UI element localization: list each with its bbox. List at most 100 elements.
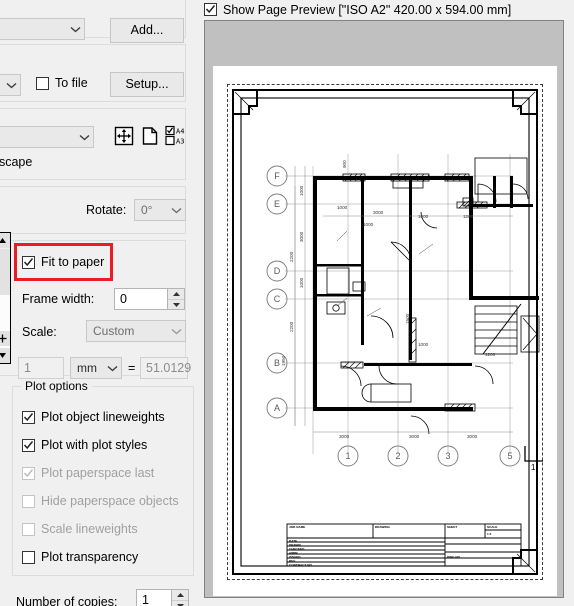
fit-to-paper-label: Fit to paper [41, 255, 105, 269]
rotate-combo[interactable]: 0° [134, 199, 186, 221]
paper-size-a4-a3-icon[interactable]: A4 A3 [165, 125, 191, 147]
fit-to-paper-checkbox[interactable] [22, 255, 35, 269]
plot-settings-panel: Add... To file Setup... A4 A3 scape Rota… [0, 0, 196, 606]
svg-text:1000: 1000 [299, 185, 304, 196]
svg-text:CONTRACT NO: CONTRACT NO [289, 563, 312, 567]
svg-text:DWG NO: DWG NO [447, 555, 461, 559]
plot-with-plot-styles-row[interactable]: Plot with plot styles [22, 438, 147, 452]
fit-to-paper-checkbox-row[interactable]: Fit to paper [22, 255, 104, 269]
stepper-down-icon[interactable] [172, 601, 188, 606]
page-preview-canvas[interactable]: F E D C B A 1 2 3 5 1 1000 3000 1000 220… [204, 20, 564, 598]
svg-text:3: 3 [445, 451, 450, 461]
svg-text:1950: 1950 [281, 355, 286, 366]
show-page-preview-row[interactable]: Show Page Preview ["ISO A2" 420.00 x 594… [196, 0, 574, 19]
scale-unit-combo[interactable]: mm [70, 357, 122, 379]
chevron-down-icon [2, 75, 20, 95]
scroll-up-arrow[interactable] [0, 233, 10, 248]
show-page-preview-checkbox[interactable] [204, 3, 217, 16]
svg-text:A3: A3 [176, 138, 184, 146]
svg-text:1000: 1000 [418, 214, 429, 219]
svg-text:2: 2 [395, 451, 400, 461]
svg-text:D: D [274, 266, 281, 276]
plot-paperspace-last-row: Plot paperspace last [22, 466, 154, 480]
svg-text:1200: 1200 [463, 214, 474, 219]
svg-text:C: C [274, 294, 281, 304]
frame-width-stepper[interactable] [168, 288, 185, 310]
svg-text:1000: 1000 [299, 277, 304, 288]
plot-dialog: Add... To file Setup... A4 A3 scape Rota… [0, 0, 574, 606]
orientation-value: dscape [0, 155, 33, 169]
plot-transparency-checkbox[interactable] [22, 550, 35, 564]
svg-text:1200: 1200 [485, 352, 496, 357]
stepper-up-icon[interactable] [172, 590, 188, 600]
frame-width-input[interactable]: 0 [114, 288, 168, 310]
svg-text:DRAWING: DRAWING [375, 525, 391, 529]
svg-text:1:1: 1:1 [487, 532, 492, 536]
chevron-down-icon [75, 127, 93, 147]
paper-size-combo[interactable] [0, 126, 94, 148]
svg-text:1500: 1500 [405, 313, 410, 324]
hide-paperspace-objects-checkbox [22, 494, 35, 508]
chevron-down-icon [103, 358, 121, 378]
svg-text:3000: 3000 [299, 231, 304, 242]
plot-object-lineweights-checkbox[interactable] [22, 410, 35, 424]
rotate-label: Rotate: [86, 203, 127, 217]
stepper-down-icon[interactable] [168, 300, 184, 310]
page-icon[interactable] [140, 126, 162, 148]
chevron-down-icon [66, 19, 84, 39]
plot-with-plot-styles-checkbox[interactable] [22, 438, 35, 452]
svg-text:B: B [274, 358, 280, 368]
preview-panel: Show Page Preview ["ISO A2" 420.00 x 594… [196, 0, 574, 606]
svg-text:SCALE: SCALE [487, 525, 498, 529]
scale-lineweights-checkbox [22, 522, 35, 536]
plot-object-lineweights-row[interactable]: Plot object lineweights [22, 410, 165, 424]
floor-plan-drawing: F E D C B A 1 2 3 5 1 1000 3000 1000 220… [232, 89, 543, 575]
scale-denominator-input[interactable]: 51.0129 [140, 357, 191, 379]
svg-text:JOB NAME: JOB NAME [289, 525, 305, 529]
svg-text:A4: A4 [176, 128, 184, 136]
scale-label: Scale: [22, 325, 57, 339]
number-of-copies-input[interactable]: 1 [136, 589, 172, 606]
number-of-copies-label: Number of copies: [16, 595, 118, 606]
svg-text:F: F [274, 171, 280, 181]
scale-numerator-input[interactable]: 1 [18, 357, 64, 379]
plot-paperspace-last-label: Plot paperspace last [41, 466, 155, 480]
svg-text:2200: 2200 [289, 321, 294, 332]
svg-text:1000: 1000 [337, 205, 348, 210]
chevron-down-icon [167, 321, 185, 341]
svg-text:3000: 3000 [373, 210, 384, 215]
scroll-thumb[interactable] [0, 249, 10, 295]
printer-combo[interactable] [0, 18, 85, 40]
svg-text:1000: 1000 [363, 222, 374, 227]
plot-transparency-row[interactable]: Plot transparency [22, 550, 138, 564]
scroll-mid-arrow[interactable] [0, 331, 10, 346]
scroll-down-arrow[interactable] [0, 348, 10, 363]
scale-lineweights-label: Scale lineweights [41, 522, 138, 536]
paper-sheet: F E D C B A 1 2 3 5 1 1000 3000 1000 220… [213, 66, 557, 596]
center-plot-icon[interactable] [114, 126, 136, 148]
plot-paperspace-last-checkbox [22, 466, 35, 480]
stepper-up-icon[interactable] [168, 289, 184, 299]
scale-combo[interactable]: Custom [86, 320, 186, 342]
to-file-checkbox-row[interactable]: To file [36, 76, 88, 90]
scale-equals: = [128, 361, 136, 375]
svg-text:1: 1 [531, 463, 536, 472]
plot-object-lineweights-label: Plot object lineweights [41, 410, 165, 424]
to-file-checkbox[interactable] [36, 76, 49, 90]
show-page-preview-label: Show Page Preview ["ISO A2" 420.00 x 594… [223, 2, 512, 17]
scale-combo-value: Custom [93, 324, 135, 338]
svg-text:1000: 1000 [418, 342, 429, 347]
frame-width-label: Frame width: [22, 292, 95, 306]
output-combo[interactable] [0, 74, 21, 96]
number-of-copies-stepper[interactable] [172, 589, 189, 606]
panel-scrollbar[interactable] [0, 232, 11, 364]
add-button[interactable]: Add... [110, 18, 184, 43]
svg-text:3000: 3000 [409, 434, 420, 439]
rotate-combo-value: 0° [141, 203, 153, 217]
svg-text:SHEET: SHEET [447, 525, 457, 529]
svg-text:900: 900 [342, 160, 347, 168]
svg-text:2200: 2200 [289, 251, 294, 262]
scale-lineweights-row: Scale lineweights [22, 522, 138, 536]
svg-text:1: 1 [345, 451, 350, 461]
setup-button[interactable]: Setup... [110, 72, 184, 97]
